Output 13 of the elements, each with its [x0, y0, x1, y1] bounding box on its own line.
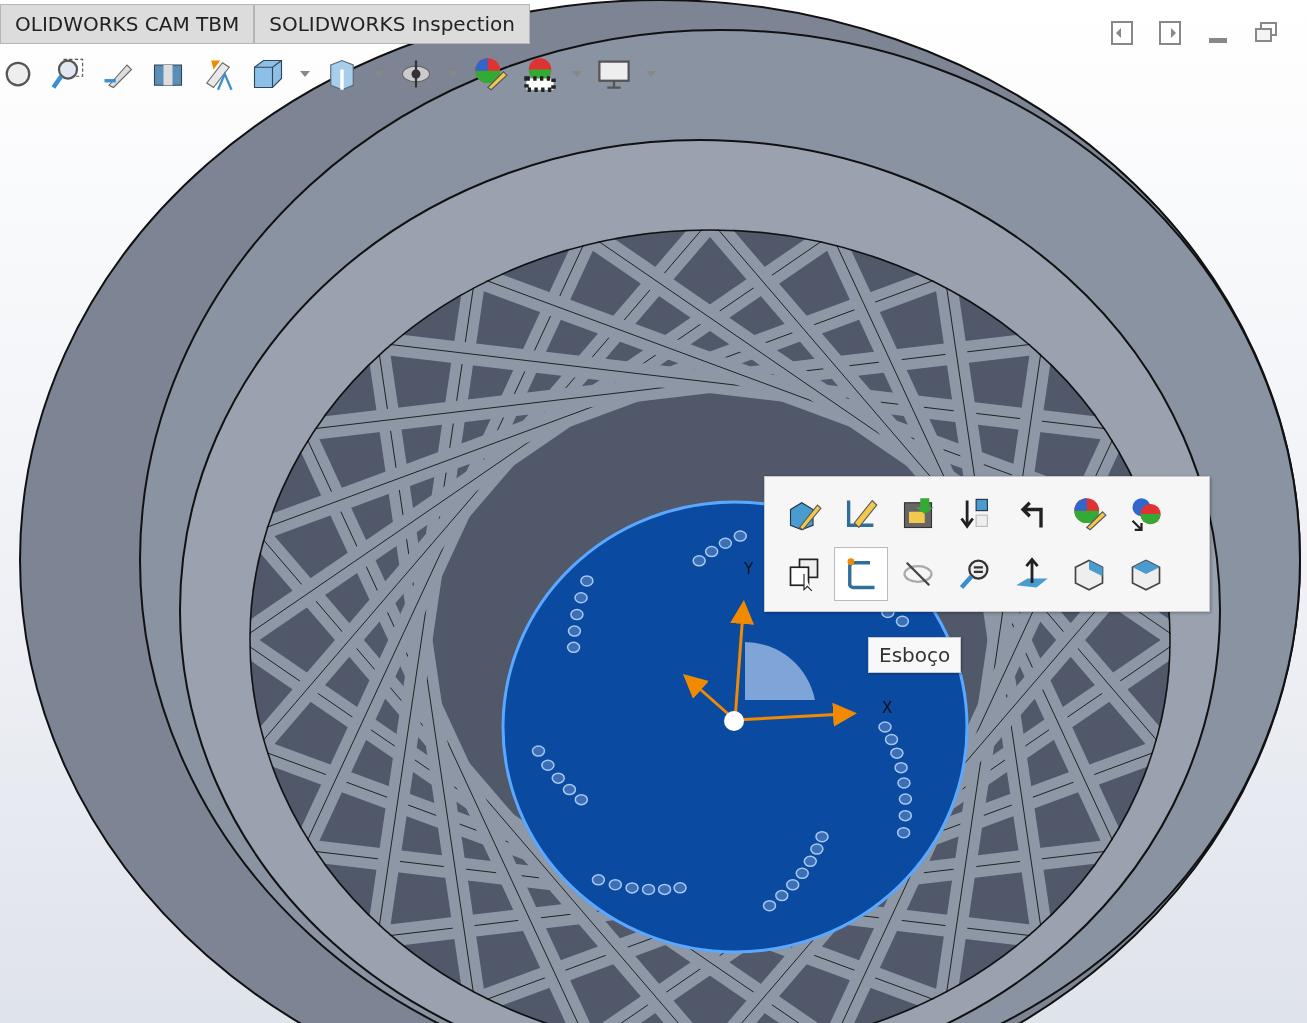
globe-pencil-icon[interactable]	[472, 56, 508, 92]
tab[interactable]: OLIDWORKS CAM TBM	[0, 4, 255, 44]
axis-label: X	[882, 698, 893, 719]
panel-right-icon[interactable]	[1157, 20, 1183, 46]
axis-label: Y	[744, 559, 754, 580]
caret-icon[interactable]	[300, 71, 310, 77]
appearance-icon	[1071, 496, 1107, 532]
plane-indicator-icon	[745, 642, 815, 700]
panel-left-icon[interactable]	[1109, 20, 1135, 46]
globe-icon[interactable]	[522, 56, 558, 92]
hole-row-drawing	[531, 745, 589, 806]
tooltip: Esboço	[868, 637, 962, 673]
tab[interactable]: SOLIDWORKS Inspection	[254, 4, 530, 44]
